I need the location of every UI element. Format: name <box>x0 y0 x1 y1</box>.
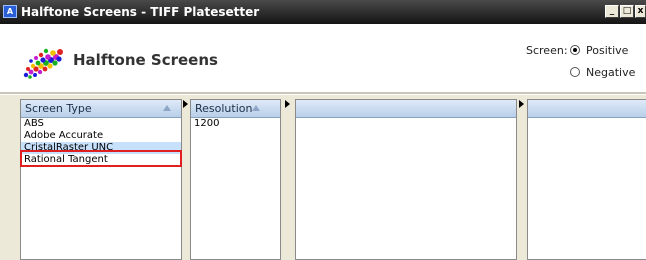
column-3-header[interactable] <box>296 100 516 118</box>
window-title: Halftone Screens - TIFF Platesetter <box>21 5 260 19</box>
header-divider <box>0 92 646 95</box>
resolution-list: 1200 <box>191 118 280 130</box>
screen-type-header[interactable]: Screen Type <box>21 100 181 118</box>
column-browser: Screen Type ABS Adobe Accurate CristalRa… <box>20 99 646 260</box>
positive-label: Positive <box>586 43 629 57</box>
list-item[interactable]: Adobe Accurate <box>21 130 181 142</box>
resolution-header-label: Resolution <box>195 102 253 115</box>
empty-column-4 <box>527 99 646 260</box>
column-gap <box>517 99 527 260</box>
column-gap <box>182 99 190 260</box>
screen-label: Screen: <box>526 44 568 57</box>
column-4-header[interactable] <box>528 100 646 118</box>
resolution-column: Resolution 1200 <box>190 99 281 260</box>
list-item[interactable]: 1200 <box>191 118 280 130</box>
screen-negative-option[interactable]: Negative <box>570 65 635 79</box>
column-arrow-icon <box>519 100 524 108</box>
list-item[interactable]: ABS <box>21 118 181 130</box>
screen-positive-option[interactable]: Positive <box>570 43 628 57</box>
selection-highlight-box <box>20 150 182 167</box>
column-arrow-icon <box>285 100 290 108</box>
sort-ascending-icon[interactable] <box>252 105 260 111</box>
negative-radio[interactable] <box>570 67 580 77</box>
header-panel: Halftone Screens Screen: Positive Negati… <box>0 24 646 92</box>
screen-type-column: Screen Type ABS Adobe Accurate CristalRa… <box>20 99 182 260</box>
sort-ascending-icon[interactable] <box>163 105 171 111</box>
empty-column-3 <box>295 99 517 260</box>
close-button[interactable]: x <box>635 5 646 18</box>
column-gap <box>281 99 295 260</box>
negative-label: Negative <box>586 65 636 79</box>
minimize-button[interactable]: _ <box>605 5 619 18</box>
resolution-header[interactable]: Resolution <box>191 100 280 118</box>
page-title: Halftone Screens <box>73 51 218 69</box>
app-icon: A <box>3 5 17 18</box>
title-bar[interactable]: A Halftone Screens - TIFF Platesetter _ … <box>0 0 646 24</box>
positive-radio[interactable] <box>570 45 580 55</box>
halftone-screens-window: A Halftone Screens - TIFF Platesetter _ … <box>0 0 646 260</box>
column-arrow-icon <box>183 100 188 108</box>
halftone-dots-icon <box>23 48 63 79</box>
screen-type-header-label: Screen Type <box>25 102 92 115</box>
maximize-button[interactable]: □ <box>620 5 634 18</box>
